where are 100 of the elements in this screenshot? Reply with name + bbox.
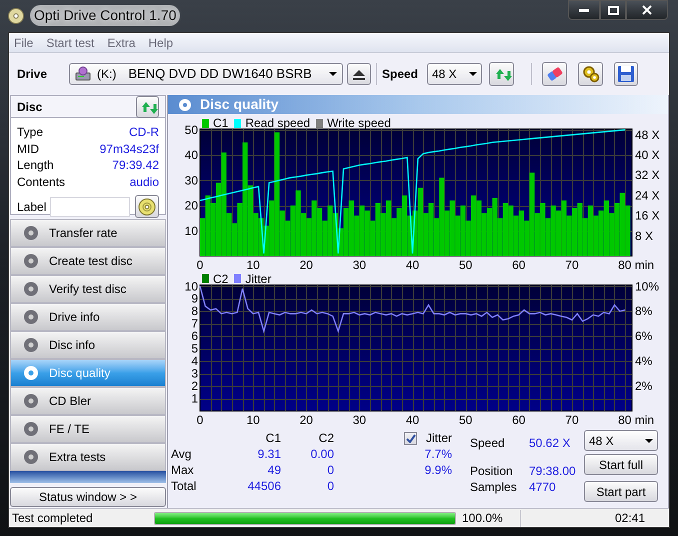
column-header: C1 (264, 430, 281, 447)
eraser-button[interactable] (542, 62, 567, 86)
disc-icon (23, 393, 39, 409)
tick-label: 48 X (635, 128, 660, 142)
tick-label: 8% (635, 304, 652, 318)
settings-button[interactable] (578, 62, 603, 86)
nav-item[interactable]: CD Bler (10, 387, 166, 415)
tick-label: 8 (191, 304, 198, 318)
drive-icon (75, 66, 91, 82)
readout-label: Position (470, 463, 514, 480)
tick-label: 7 (191, 316, 198, 331)
menu-item[interactable]: Start test (46, 34, 94, 52)
nav-item[interactable]: Verify test disc (10, 275, 166, 303)
disc-icon (178, 98, 192, 112)
progress-percent: 100.0% (462, 510, 504, 527)
refresh-button[interactable] (136, 96, 159, 118)
tick-label: 50 (184, 122, 198, 137)
tick-label: 20 (184, 198, 198, 212)
tick-label: 6 (191, 329, 198, 344)
elapsed-time: 02:41 (614, 510, 645, 527)
menu-item[interactable]: File (14, 34, 34, 52)
speed-dropdown[interactable]: 48 X (427, 63, 482, 85)
tick-label: 1 (191, 392, 198, 406)
save-button[interactable] (614, 62, 638, 86)
readout-label: Speed (470, 435, 506, 452)
drive-letter: (K:) (97, 66, 116, 83)
readout-value: 4770 (529, 479, 556, 496)
maximize-icon (608, 6, 618, 14)
eraser-icon (546, 65, 564, 83)
nav-item[interactable]: Create test disc (10, 247, 166, 275)
disc-icon (23, 365, 39, 381)
legend-label: C2 (213, 270, 228, 288)
tick-label: 10% (635, 279, 660, 294)
nav-item[interactable]: Transfer rate (10, 219, 166, 247)
section-title: Disc (17, 98, 42, 116)
menu-item[interactable]: Extra (107, 34, 136, 52)
stat-value: 49 (266, 462, 281, 479)
field-value: audio (130, 174, 159, 191)
tick-label: 6% (635, 329, 652, 344)
tick-label: 20 (300, 258, 313, 272)
refresh-button[interactable] (489, 62, 514, 86)
drive-label: Drive (17, 66, 48, 83)
start-button[interactable]: Start part (584, 481, 658, 502)
caret-icon (469, 72, 477, 76)
drive-dropdown[interactable]: (K:) BENQ DVD DD DW1640 BSRB (69, 63, 343, 85)
legend-label: Jitter (245, 270, 272, 288)
legend-swatch (202, 274, 209, 283)
field-value: 79:39.42 (112, 157, 159, 174)
nav-item[interactable]: Drive info (10, 303, 166, 331)
field-value: CD-R (129, 124, 159, 142)
tick-label: 40 X (635, 148, 660, 162)
readout-value: 50.62 X (529, 435, 570, 452)
tick-label: 4% (635, 354, 652, 368)
caret-icon (645, 438, 653, 442)
legend-label: Read speed (245, 115, 310, 132)
nav-item[interactable]: Disc info (10, 331, 166, 359)
nav-item[interactable]: Extra tests (10, 443, 166, 471)
caret-icon (329, 72, 337, 76)
tick-label: 2% (635, 379, 652, 394)
jitter-label: Jitter (426, 430, 452, 447)
field-label: Contents (17, 174, 66, 191)
tick-label: 70 (565, 258, 579, 272)
minimize-button[interactable] (568, 0, 600, 20)
tick-label: 10 (246, 413, 260, 427)
disc-icon (23, 309, 39, 325)
label-input[interactable] (50, 196, 130, 216)
tick-label: 5 (191, 342, 198, 356)
tick-label: 50 (459, 413, 472, 427)
gear-icon (582, 65, 600, 83)
tick-label: 30 (352, 258, 366, 272)
jitter-checkbox[interactable] (404, 432, 417, 444)
menu-item[interactable]: Help (148, 34, 174, 52)
tick-label: 9 (191, 292, 198, 306)
status-window-button[interactable]: Status window > > (10, 487, 166, 507)
stat-value: 9.31 (256, 446, 281, 463)
stat-value: 44506 (246, 478, 281, 495)
tick-label: 3 (191, 366, 198, 381)
eject-button[interactable] (347, 63, 371, 85)
tick-label: 70 (565, 413, 579, 427)
tick-label: 30 (352, 413, 366, 427)
tick-label: 80 min (618, 413, 654, 427)
legend-swatch (316, 118, 324, 128)
tick-label: 50 (459, 258, 472, 272)
readout-value: 79:38.00 (529, 463, 576, 480)
start-button[interactable]: Start full (584, 454, 658, 475)
close-button[interactable] (626, 0, 668, 20)
tick-label: 10 (184, 279, 198, 294)
disc-button[interactable] (135, 195, 159, 218)
close-icon (642, 5, 652, 15)
tick-label: 80 min (618, 258, 654, 272)
stat-value: 0.00 (310, 446, 334, 463)
stat-value: 7.7% (424, 446, 452, 463)
maximize-button[interactable] (600, 0, 626, 20)
legend-label: Write speed (327, 115, 391, 132)
readout-label: Samples (470, 479, 518, 496)
drive-name: BENQ DVD DD DW1640 BSRB (128, 65, 312, 84)
speed-dropdown[interactable]: 48 X (584, 430, 658, 451)
nav-item[interactable]: FE / TE (10, 415, 166, 443)
legend-swatch (202, 118, 209, 128)
tick-label: 24 X (635, 188, 660, 202)
